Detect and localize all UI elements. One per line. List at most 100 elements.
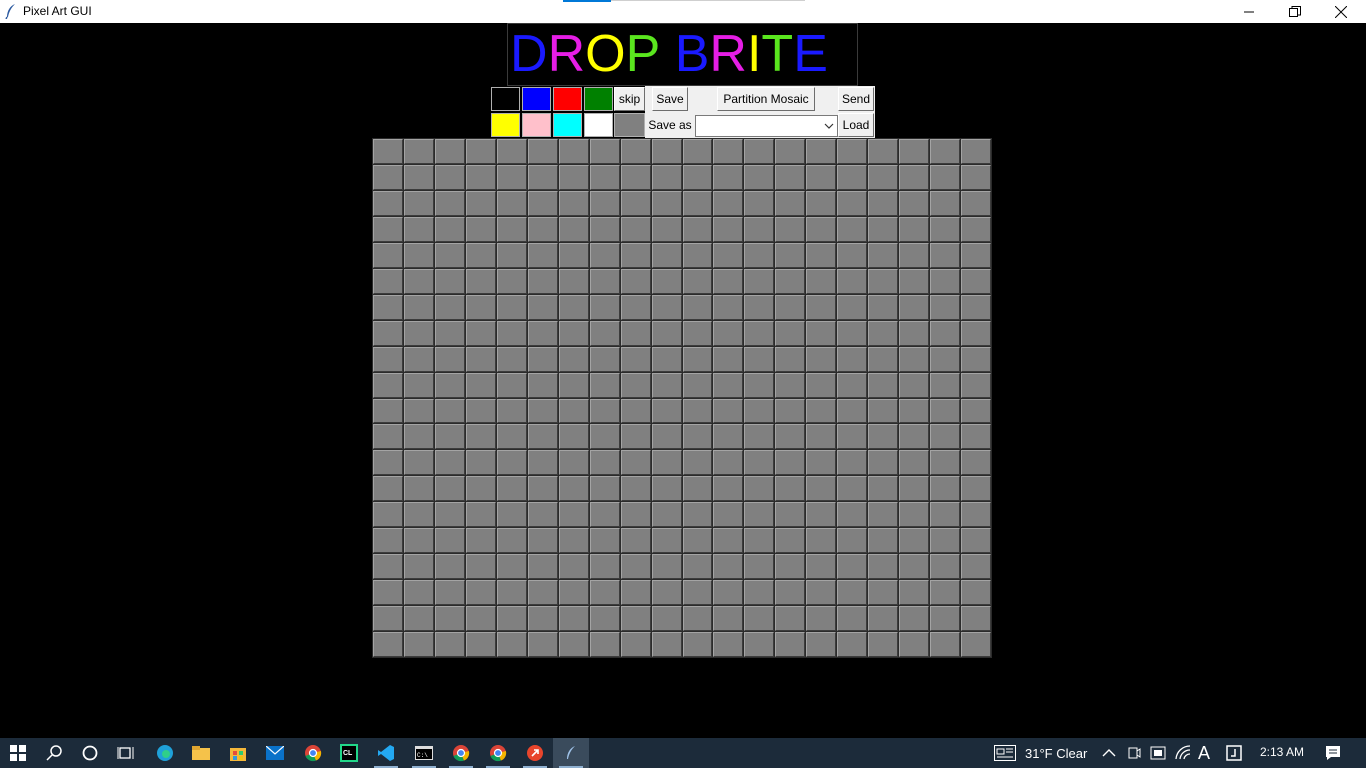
pixel-cell[interactable]: [496, 398, 527, 424]
pixel-cell[interactable]: [373, 216, 403, 242]
save-button[interactable]: Save: [652, 87, 688, 111]
pixel-cell[interactable]: [651, 476, 682, 502]
pixel-cell[interactable]: [775, 606, 806, 632]
pixel-cell[interactable]: [930, 476, 961, 502]
input-indicator-icon[interactable]: A: [1198, 743, 1210, 764]
pixel-cell[interactable]: [465, 216, 496, 242]
restore-button[interactable]: [1272, 0, 1318, 23]
pixel-cell[interactable]: [682, 424, 713, 450]
pixel-cell[interactable]: [620, 424, 651, 450]
pixel-cell[interactable]: [465, 528, 496, 554]
terminal-button[interactable]: C:\: [406, 738, 442, 768]
pixel-cell[interactable]: [682, 580, 713, 606]
pixel-cell[interactable]: [620, 320, 651, 346]
pixel-cell[interactable]: [899, 346, 930, 372]
pixel-cell[interactable]: [373, 450, 403, 476]
pixel-cell[interactable]: [682, 554, 713, 580]
pixel-cell[interactable]: [558, 398, 589, 424]
pixel-cell[interactable]: [589, 580, 620, 606]
pixel-cell[interactable]: [403, 580, 434, 606]
pixel-cell[interactable]: [961, 164, 991, 190]
pixel-cell[interactable]: [496, 450, 527, 476]
pixel-cell[interactable]: [961, 242, 991, 268]
pixel-cell[interactable]: [620, 268, 651, 294]
cortana-button[interactable]: [72, 738, 108, 768]
pixel-cell[interactable]: [651, 554, 682, 580]
color-swatch[interactable]: [584, 113, 613, 137]
pixel-cell[interactable]: [744, 320, 775, 346]
pixel-cell[interactable]: [527, 606, 558, 632]
pixel-cell[interactable]: [620, 476, 651, 502]
pixel-cell[interactable]: [744, 606, 775, 632]
pixel-cell[interactable]: [496, 580, 527, 606]
clock-time[interactable]: 2:13 AM: [1260, 745, 1304, 759]
pixel-cell[interactable]: [434, 606, 465, 632]
pixel-cell[interactable]: [744, 164, 775, 190]
pixel-cell[interactable]: [620, 398, 651, 424]
pixel-cell[interactable]: [527, 528, 558, 554]
pixel-cell[interactable]: [465, 580, 496, 606]
pixel-cell[interactable]: [403, 632, 434, 657]
pixel-cell[interactable]: [651, 632, 682, 657]
pixel-cell[interactable]: [744, 554, 775, 580]
pixel-cell[interactable]: [403, 528, 434, 554]
pixel-cell[interactable]: [806, 372, 837, 398]
pixel-cell[interactable]: [899, 450, 930, 476]
pixel-cell[interactable]: [868, 606, 899, 632]
pixel-cell[interactable]: [589, 450, 620, 476]
send-button[interactable]: Send: [838, 87, 874, 111]
pixel-cell[interactable]: [837, 528, 868, 554]
pixel-cell[interactable]: [961, 320, 991, 346]
pixel-cell[interactable]: [961, 294, 991, 320]
pixel-cell[interactable]: [403, 502, 434, 528]
pixel-cell[interactable]: [899, 216, 930, 242]
pixel-cell[interactable]: [713, 139, 744, 164]
pixel-cell[interactable]: [558, 580, 589, 606]
pixel-cell[interactable]: [837, 450, 868, 476]
pixel-cell[interactable]: [403, 450, 434, 476]
pixel-cell[interactable]: [806, 632, 837, 657]
pixel-cell[interactable]: [775, 164, 806, 190]
pixel-cell[interactable]: [806, 580, 837, 606]
pixel-cell[interactable]: [589, 502, 620, 528]
pixel-cell[interactable]: [496, 632, 527, 657]
pixel-cell[interactable]: [651, 268, 682, 294]
pixel-cell[interactable]: [682, 606, 713, 632]
pixel-cell[interactable]: [868, 554, 899, 580]
pixel-cell[interactable]: [713, 398, 744, 424]
pixel-cell[interactable]: [527, 372, 558, 398]
pixel-cell[interactable]: [713, 450, 744, 476]
pixel-cell[interactable]: [744, 476, 775, 502]
color-swatch[interactable]: [553, 113, 582, 137]
pixel-cell[interactable]: [465, 450, 496, 476]
python-app-button[interactable]: [553, 738, 589, 768]
pixel-cell[interactable]: [373, 372, 403, 398]
pixel-cell[interactable]: [558, 190, 589, 216]
pixel-cell[interactable]: [434, 139, 465, 164]
pixel-cell[interactable]: [806, 268, 837, 294]
pixel-cell[interactable]: [899, 242, 930, 268]
pixel-cell[interactable]: [620, 190, 651, 216]
pixel-cell[interactable]: [930, 268, 961, 294]
pixel-cell[interactable]: [373, 424, 403, 450]
pixel-cell[interactable]: [930, 346, 961, 372]
pixel-cell[interactable]: [806, 424, 837, 450]
pixel-cell[interactable]: [961, 346, 991, 372]
pixel-cell[interactable]: [837, 580, 868, 606]
pixel-cell[interactable]: [527, 139, 558, 164]
pixel-cell[interactable]: [682, 502, 713, 528]
pixel-cell[interactable]: [961, 372, 991, 398]
pixel-cell[interactable]: [868, 398, 899, 424]
pixel-cell[interactable]: [465, 164, 496, 190]
pixel-cell[interactable]: [527, 294, 558, 320]
pixel-cell[interactable]: [434, 164, 465, 190]
pixel-cell[interactable]: [713, 164, 744, 190]
pixel-cell[interactable]: [744, 398, 775, 424]
pixel-cell[interactable]: [930, 528, 961, 554]
pixel-cell[interactable]: [373, 268, 403, 294]
pixel-cell[interactable]: [527, 476, 558, 502]
pixel-cell[interactable]: [589, 242, 620, 268]
pixel-cell[interactable]: [899, 320, 930, 346]
color-swatch[interactable]: [491, 113, 520, 137]
pixel-cell[interactable]: [930, 372, 961, 398]
